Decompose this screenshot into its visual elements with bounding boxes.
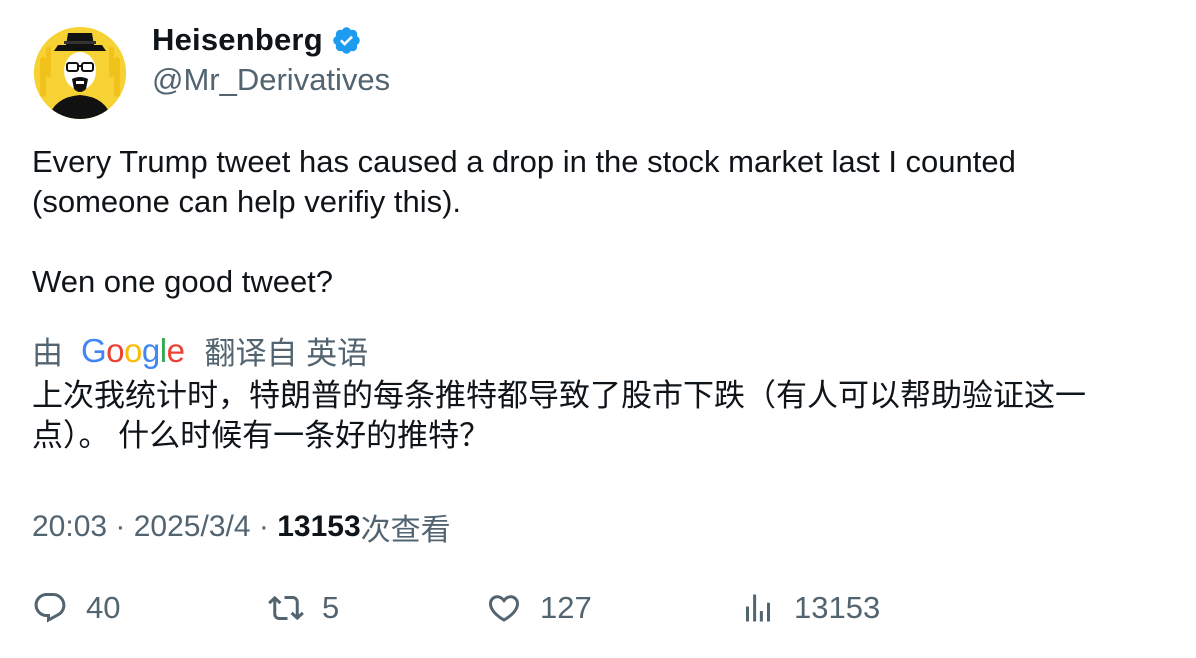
retweet-arrows-icon xyxy=(268,595,304,621)
translated-text: 上次我统计时，特朗普的每条推特都导致了股市下跌（有人可以帮助验证这一点）。 什么… xyxy=(32,378,1086,453)
tweet-meta: 20:03 · 2025/3/4 · 13153 次查看 xyxy=(32,505,451,549)
avatar-image xyxy=(34,27,126,119)
reply-button[interactable]: 40 xyxy=(32,590,120,626)
repost-button[interactable]: 5 xyxy=(268,590,339,626)
like-count: 127 xyxy=(540,590,592,625)
avatar[interactable] xyxy=(34,27,126,119)
translation-suffix: 翻译自 英语 xyxy=(204,336,369,371)
repost-count: 5 xyxy=(322,590,340,625)
user-handle[interactable]: @Mr_Derivatives xyxy=(152,62,390,98)
verified-badge-icon xyxy=(333,26,360,54)
meta-separator: · xyxy=(250,510,278,543)
tweet-text: Every Trump tweet has caused a drop in t… xyxy=(32,144,1016,299)
like-button[interactable]: 127 xyxy=(486,590,592,626)
reply-count: 40 xyxy=(86,590,121,625)
author-name-row[interactable]: Heisenberg xyxy=(152,22,362,58)
translation-prefix: 由 xyxy=(32,336,63,371)
translation-attribution: 由 Google 翻译自 英语 xyxy=(32,328,368,373)
views-label: 次查看 xyxy=(360,514,451,547)
meta-separator: · xyxy=(107,510,134,543)
views-count: 13153 xyxy=(277,510,361,543)
views-action-count: 13153 xyxy=(794,590,881,625)
tweet-time[interactable]: 20:03 xyxy=(32,510,107,544)
tweet-date[interactable]: 2025/3/4 xyxy=(134,510,251,544)
heart-icon xyxy=(488,595,520,622)
action-bar: 40 5 127 13153 xyxy=(0,590,1196,634)
display-name[interactable]: Heisenberg xyxy=(152,22,323,58)
views-button[interactable]: 13153 xyxy=(740,590,880,626)
google-logo: Google xyxy=(81,331,185,369)
speech-bubble-icon xyxy=(34,593,66,623)
bar-chart-icon xyxy=(746,594,770,622)
